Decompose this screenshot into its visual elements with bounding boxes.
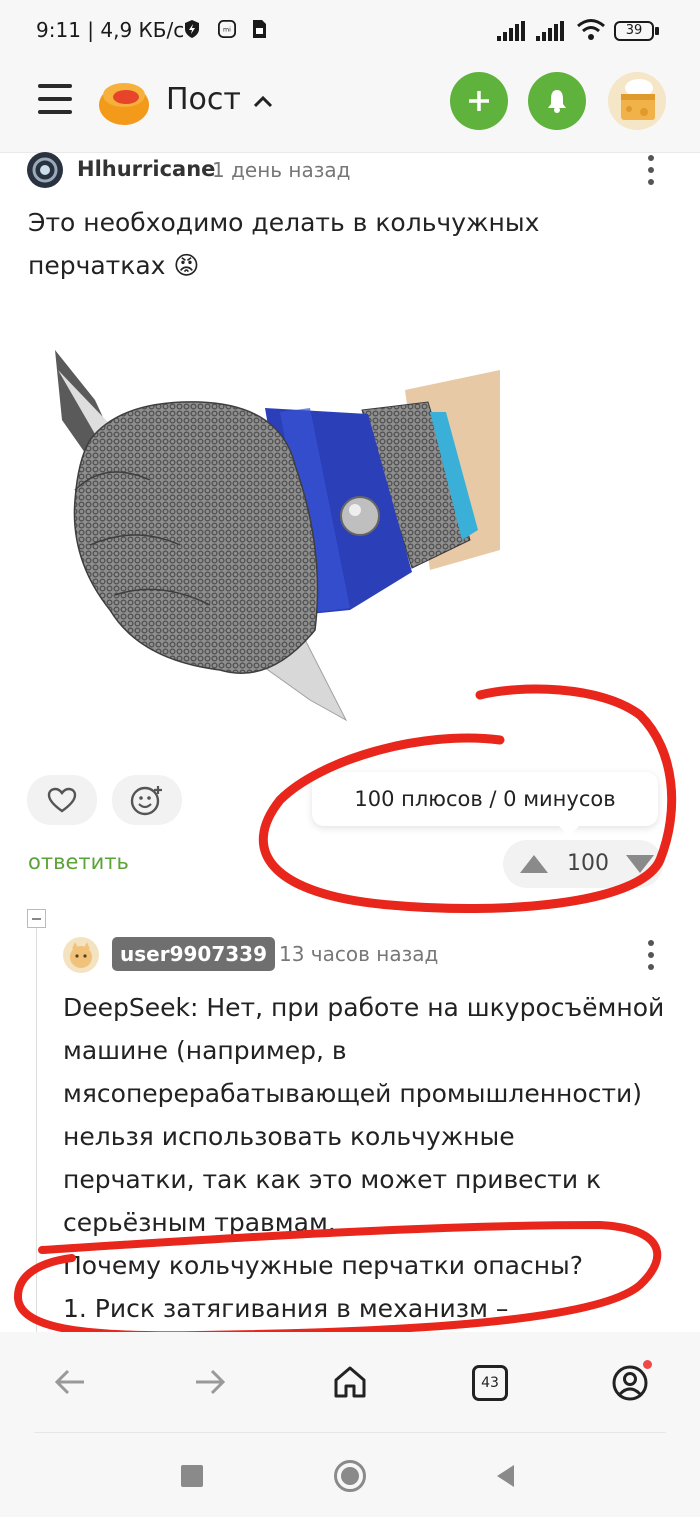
signal-1-icon — [497, 21, 525, 41]
reply-text-line: DeepSeek: Нет, при работе на шкуросъёмно… — [63, 993, 665, 1022]
thread-line — [36, 928, 37, 1333]
battery-level: 39 — [625, 23, 643, 38]
system-home-dot — [341, 1467, 359, 1485]
reaction-button[interactable] — [112, 775, 182, 825]
tabs-count: 43 — [481, 1375, 499, 1391]
reply-text-line: перчатки, так как это может привести к — [63, 1165, 602, 1194]
bottom-navigation: 43 — [0, 1332, 700, 1517]
rating-value: 100 — [567, 851, 609, 876]
data-saver-icon — [185, 20, 199, 38]
more-options-icon[interactable] — [645, 154, 657, 186]
battery-tip — [655, 27, 659, 35]
notifications-button[interactable] — [528, 72, 586, 130]
status-time: 9:11 | 4,9 КБ/с — [36, 18, 185, 42]
forward-arrow-icon[interactable] — [194, 1368, 226, 1396]
status-bar: 9:11 | 4,9 КБ/с mi 39 — [0, 0, 700, 58]
reply-author-badge[interactable]: user9907339 — [112, 937, 275, 971]
votes-tooltip: 100 плюсов / 0 минусов — [312, 772, 658, 826]
comment-text: Это необходимо делать в кольчужных перча… — [28, 201, 668, 287]
comment-text-line: Это необходимо делать в кольчужных — [28, 208, 540, 237]
like-button[interactable] — [27, 775, 97, 825]
system-back-icon[interactable] — [494, 1463, 516, 1489]
author-avatar[interactable] — [27, 152, 63, 188]
tabs-button[interactable]: 43 — [472, 1365, 508, 1401]
wifi-icon — [577, 19, 605, 40]
system-home-button[interactable] — [334, 1460, 366, 1492]
cat-avatar-icon — [70, 942, 92, 968]
tooltip-arrow — [558, 825, 580, 836]
battery-icon: 39 — [614, 21, 654, 41]
reply-text-line: 1. Риск затягивания в механизм – — [63, 1294, 509, 1323]
galaxy-avatar-icon — [32, 157, 58, 183]
mi-icon: mi — [218, 20, 236, 38]
reply-text-line: мясоперерабатывающей промышленности) — [63, 1079, 643, 1108]
collapse-thread-button[interactable] — [27, 909, 46, 928]
votes-tooltip-text: 100 плюсов / 0 минусов — [354, 787, 616, 811]
reply-author-avatar[interactable] — [63, 937, 99, 973]
comment-text-line: перчатках 😡 — [28, 251, 200, 280]
notification-dot — [643, 1360, 652, 1369]
menu-icon[interactable] — [38, 84, 72, 114]
home-icon[interactable] — [332, 1365, 368, 1399]
recents-button[interactable] — [181, 1465, 203, 1487]
svg-text:mi: mi — [223, 27, 231, 34]
reply-more-options-icon[interactable] — [645, 939, 657, 971]
page-title: Пост — [166, 82, 241, 117]
back-arrow-icon[interactable] — [54, 1368, 86, 1396]
app-header: Пост — [0, 58, 700, 153]
app-logo — [99, 83, 149, 125]
reply-text-line: Почему кольчужные перчатки опасны? — [63, 1251, 584, 1280]
downvote-arrow-icon[interactable] — [624, 853, 656, 875]
reply-time: 13 часов назад — [279, 942, 439, 966]
profile-avatar[interactable] — [608, 72, 666, 130]
rating-widget: 100 — [503, 840, 663, 888]
reply-text-line: машине (например, в — [63, 1036, 347, 1065]
upvote-arrow-icon[interactable] — [518, 853, 550, 875]
reply-text: DeepSeek: Нет, при работе на шкуросъёмно… — [63, 986, 683, 1330]
plus-icon — [469, 91, 489, 111]
chainmail-glove-image[interactable] — [50, 340, 505, 735]
reply-text-line: серьёзным травмам. — [63, 1208, 336, 1237]
chef-avatar-icon — [621, 79, 655, 120]
add-emoji-icon — [130, 786, 162, 816]
account-icon[interactable] — [611, 1364, 649, 1402]
reply-text-line: нельзя использовать кольчужные — [63, 1122, 515, 1151]
comment-time: 1 день назад — [212, 158, 351, 182]
bell-icon — [548, 90, 566, 113]
nav-divider — [34, 1432, 666, 1433]
add-post-button[interactable] — [450, 72, 508, 130]
sim-icon — [253, 20, 266, 38]
heart-icon — [47, 787, 77, 813]
comment-author[interactable]: Hlhurricane — [77, 157, 215, 181]
chevron-up-icon[interactable] — [252, 94, 274, 108]
reply-link[interactable]: ответить — [28, 850, 129, 874]
signal-2-icon — [536, 21, 564, 41]
